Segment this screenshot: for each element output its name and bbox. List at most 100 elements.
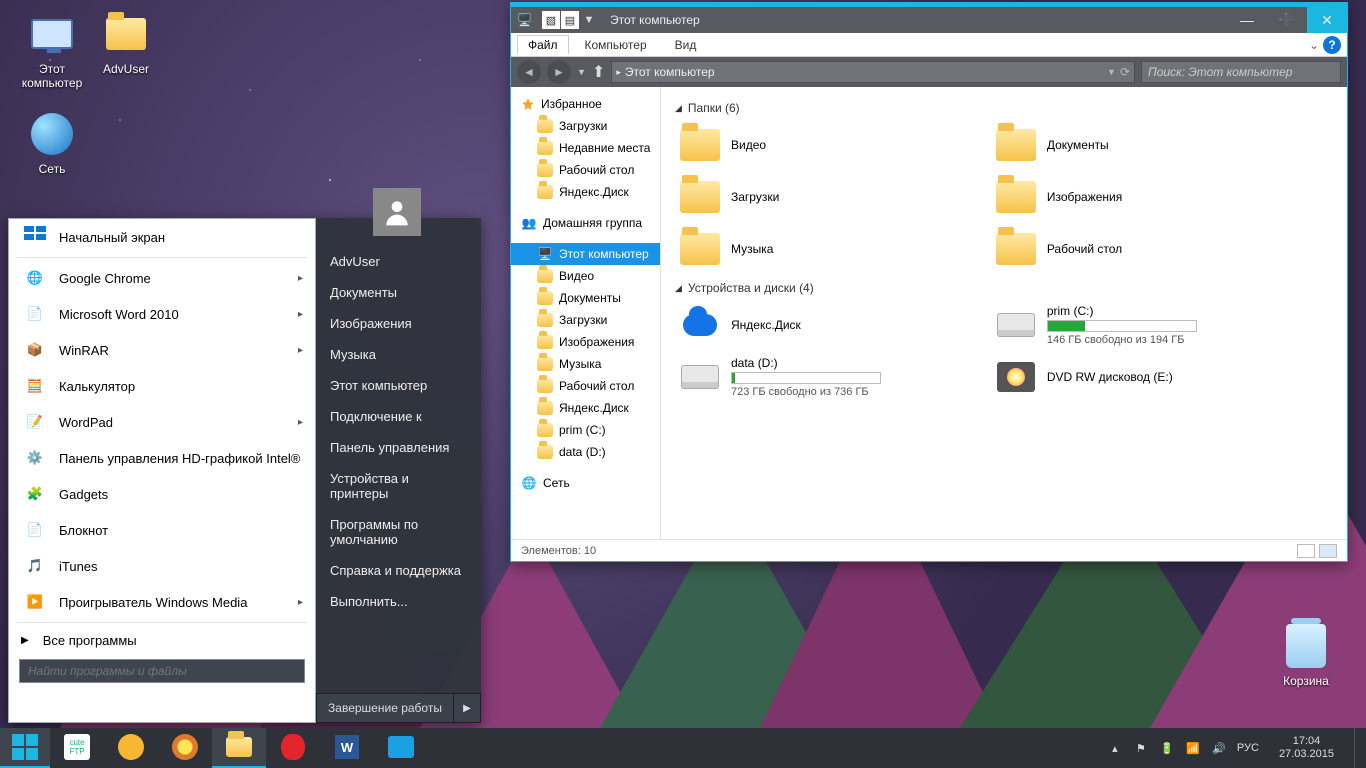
- taskbar-explorer[interactable]: [212, 728, 266, 768]
- right-item[interactable]: Подключение к: [316, 401, 481, 432]
- lang-indicator[interactable]: РУС: [1237, 742, 1259, 754]
- folder-item[interactable]: Изображения: [991, 171, 1307, 223]
- right-item[interactable]: Документы: [316, 277, 481, 308]
- nav-item[interactable]: Недавние места: [511, 137, 660, 159]
- view-large[interactable]: [1319, 544, 1337, 558]
- app-item[interactable]: 🎵 iTunes: [9, 548, 315, 584]
- drive-c[interactable]: prim (C:) 146 ГБ свободно из 194 ГБ: [991, 299, 1307, 351]
- tab-view[interactable]: Вид: [663, 36, 709, 54]
- section-folders[interactable]: ◢Папки (6): [675, 101, 1333, 115]
- title-bar[interactable]: 🖥️ ▧ ▤ ▼ Этот компьютер — ➕ ✕: [511, 7, 1347, 33]
- right-item[interactable]: Музыка: [316, 339, 481, 370]
- nav-item[interactable]: Рабочий стол: [511, 375, 660, 397]
- right-item-user[interactable]: AdvUser: [316, 246, 481, 277]
- flag-icon[interactable]: ⚑: [1133, 740, 1149, 756]
- section-devices[interactable]: ◢Устройства и диски (4): [675, 281, 1333, 295]
- address-bar[interactable]: ▸ Этот компьютер ▼ ⟳: [611, 61, 1135, 83]
- nav-item[interactable]: Яндекс.Диск: [511, 397, 660, 419]
- folder-item[interactable]: Загрузки: [675, 171, 991, 223]
- nav-item[interactable]: Загрузки: [511, 115, 660, 137]
- nav-this-pc[interactable]: 🖥️Этот компьютер: [511, 243, 660, 265]
- desktop-icon-computer[interactable]: Этот компьютер: [12, 10, 92, 90]
- clock[interactable]: 17:04 27.03.2015: [1269, 735, 1344, 761]
- nav-item[interactable]: Яндекс.Диск: [511, 181, 660, 203]
- app-item[interactable]: 📦 WinRAR ▸: [9, 332, 315, 368]
- refresh-icon[interactable]: ⟳: [1120, 65, 1130, 79]
- network-icon[interactable]: 📶: [1185, 740, 1201, 756]
- app-item[interactable]: 📄 Microsoft Word 2010 ▸: [9, 296, 315, 332]
- app-item[interactable]: 📝 WordPad ▸: [9, 404, 315, 440]
- folder-item[interactable]: Видео: [675, 119, 991, 171]
- shutdown-options[interactable]: ▶: [453, 693, 481, 723]
- shutdown-button[interactable]: Завершение работы: [316, 693, 453, 723]
- search-box[interactable]: Поиск: Этот компьютер: [1141, 61, 1341, 83]
- folder-item[interactable]: Документы: [991, 119, 1307, 171]
- back-button[interactable]: ◄: [517, 60, 541, 84]
- nav-homegroup[interactable]: 👥Домашняя группа: [511, 211, 660, 235]
- app-item[interactable]: 📄 Блокнот: [9, 512, 315, 548]
- nav-item[interactable]: Видео: [511, 265, 660, 287]
- qat-btn[interactable]: ▧: [542, 11, 560, 29]
- taskbar-app[interactable]: [104, 728, 158, 768]
- right-item[interactable]: Выполнить...: [316, 586, 481, 617]
- app-item[interactable]: ⚙️ Панель управления HD-графикой Intel®: [9, 440, 315, 476]
- desktop-icon-advuser[interactable]: AdvUser: [86, 10, 166, 76]
- minimize-button[interactable]: —: [1227, 7, 1267, 33]
- nav-item[interactable]: Рабочий стол: [511, 159, 660, 181]
- qat-btn[interactable]: ▼: [580, 11, 598, 29]
- nav-item[interactable]: Музыка: [511, 353, 660, 375]
- taskbar-app2[interactable]: [374, 728, 428, 768]
- nav-pane[interactable]: Избранное ЗагрузкиНедавние местаРабочий …: [511, 87, 661, 539]
- tray-expand-icon[interactable]: ▴: [1107, 740, 1123, 756]
- nav-item[interactable]: Загрузки: [511, 309, 660, 331]
- tab-file[interactable]: Файл: [517, 35, 569, 54]
- taskbar-paint[interactable]: [158, 728, 212, 768]
- tab-computer[interactable]: Компьютер: [573, 36, 659, 54]
- drive-dvd[interactable]: DVD RW дисковод (E:): [991, 351, 1307, 403]
- qat-btn[interactable]: ▤: [561, 11, 579, 29]
- folder-item[interactable]: Музыка: [675, 223, 991, 275]
- nav-favorites[interactable]: Избранное: [511, 93, 660, 115]
- start-button[interactable]: [0, 728, 50, 768]
- right-item[interactable]: Этот компьютер: [316, 370, 481, 401]
- taskbar-opera[interactable]: [266, 728, 320, 768]
- desktop-icon-network[interactable]: Сеть: [12, 110, 92, 176]
- up-button[interactable]: ⬆: [592, 62, 605, 82]
- nav-network[interactable]: 🌐Сеть: [511, 471, 660, 495]
- right-item[interactable]: Программы по умолчанию: [316, 509, 481, 555]
- taskbar-word[interactable]: W: [320, 728, 374, 768]
- right-item[interactable]: Справка и поддержка: [316, 555, 481, 586]
- show-desktop[interactable]: [1354, 728, 1362, 768]
- nav-item[interactable]: Изображения: [511, 331, 660, 353]
- taskbar-cuteftp[interactable]: cuteFTP: [50, 728, 104, 768]
- forward-button[interactable]: ►: [547, 60, 571, 84]
- app-item[interactable]: 🧩 Gadgets: [9, 476, 315, 512]
- app-item[interactable]: 🌐 Google Chrome ▸: [9, 260, 315, 296]
- nav-item[interactable]: data (D:): [511, 441, 660, 463]
- right-item[interactable]: Устройства и принтеры: [316, 463, 481, 509]
- nav-item[interactable]: prim (C:): [511, 419, 660, 441]
- desktop-icon-recycle[interactable]: Корзина: [1266, 622, 1346, 688]
- maximize-button[interactable]: ➕: [1267, 7, 1307, 33]
- content-pane[interactable]: ◢Папки (6) Видео Документы Загрузки Изоб…: [661, 87, 1347, 539]
- view-details[interactable]: [1297, 544, 1315, 558]
- history-dropdown[interactable]: ▼: [577, 67, 586, 77]
- folder-item[interactable]: Рабочий стол: [991, 223, 1307, 275]
- all-programs[interactable]: ▶ Все программы: [9, 625, 315, 655]
- nav-item[interactable]: Документы: [511, 287, 660, 309]
- chevron-down-icon[interactable]: ⌄: [1309, 38, 1319, 52]
- app-item[interactable]: 🧮 Калькулятор: [9, 368, 315, 404]
- help-button[interactable]: ?: [1323, 36, 1341, 54]
- close-button[interactable]: ✕: [1307, 7, 1347, 33]
- user-avatar[interactable]: [373, 188, 421, 236]
- right-item[interactable]: Панель управления: [316, 432, 481, 463]
- search-input[interactable]: [19, 659, 305, 683]
- start-screen-item[interactable]: Начальный экран: [9, 219, 315, 255]
- volume-icon[interactable]: 🔊: [1211, 740, 1227, 756]
- drive-yadisk[interactable]: Яндекс.Диск: [675, 299, 991, 351]
- battery-icon[interactable]: 🔋: [1159, 740, 1175, 756]
- right-item[interactable]: Изображения: [316, 308, 481, 339]
- dropdown-icon[interactable]: ▼: [1107, 67, 1116, 77]
- app-item[interactable]: ▶️ Проигрыватель Windows Media ▸: [9, 584, 315, 620]
- drive-d[interactable]: data (D:) 723 ГБ свободно из 736 ГБ: [675, 351, 991, 403]
